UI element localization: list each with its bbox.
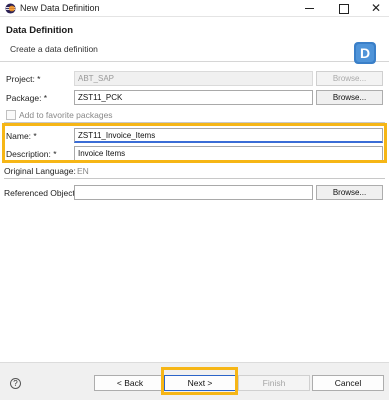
- finish-button[interactable]: Finish: [238, 375, 310, 391]
- maximize-button[interactable]: [334, 1, 354, 16]
- data-definition-icon: D: [354, 42, 376, 64]
- window-title: New Data Definition: [20, 3, 100, 13]
- highlight-box: [2, 123, 387, 163]
- project-label: Project: *: [6, 74, 41, 84]
- eclipse-app-icon: [5, 3, 16, 14]
- cancel-button[interactable]: Cancel: [312, 375, 384, 391]
- svg-text:D: D: [360, 45, 370, 61]
- title-bar: New Data Definition ✕: [0, 0, 389, 17]
- project-browse-button[interactable]: Browse...: [316, 71, 383, 86]
- package-field[interactable]: ZST11_PCK: [74, 90, 313, 105]
- original-language-label: Original Language:: [4, 166, 76, 176]
- project-field: ABT_SAP: [74, 71, 313, 86]
- original-language-value: EN: [77, 166, 89, 176]
- referenced-object-browse-button[interactable]: Browse...: [316, 185, 383, 200]
- referenced-object-label: Referenced Object:: [4, 188, 78, 198]
- favorite-packages-label: Add to favorite packages: [19, 110, 113, 120]
- help-icon[interactable]: ?: [10, 378, 21, 389]
- next-highlight-box: [161, 367, 238, 395]
- page-subtitle: Create a data definition: [10, 44, 98, 54]
- wizard-header: Data Definition Create a data definition…: [0, 17, 389, 64]
- back-button[interactable]: < Back: [94, 375, 166, 391]
- referenced-object-field[interactable]: [74, 185, 313, 200]
- separator: [4, 178, 385, 179]
- favorite-packages-checkbox[interactable]: [6, 110, 16, 120]
- close-button[interactable]: ✕: [366, 1, 386, 16]
- minimize-button[interactable]: [300, 1, 320, 16]
- page-title: Data Definition: [6, 25, 74, 36]
- package-label: Package: *: [6, 93, 48, 103]
- package-browse-button[interactable]: Browse...: [316, 90, 383, 105]
